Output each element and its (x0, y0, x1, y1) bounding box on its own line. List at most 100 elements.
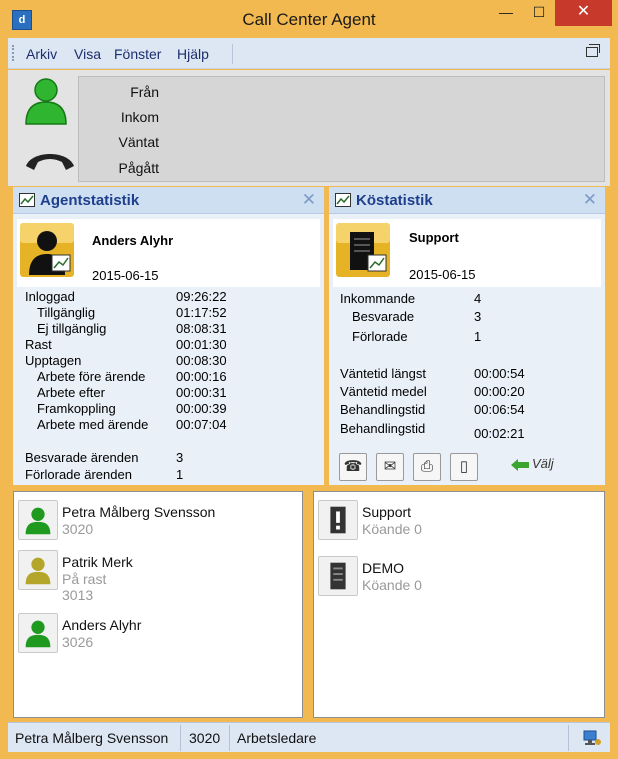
call-panel: Från Inkom Väntat Pågått (8, 70, 610, 186)
stat-value: 01:17:52 (176, 305, 227, 320)
arrow-left-icon[interactable] (511, 459, 529, 471)
toolbar-grip-icon[interactable] (12, 45, 15, 61)
agent-person-icon (18, 500, 58, 540)
fax-icon[interactable]: ⎙ (413, 453, 441, 481)
status-separator (229, 725, 230, 751)
status-extension: 3020 (189, 730, 221, 746)
queue-list[interactable]: Support Köande 0 DEMO Köande 0 (313, 491, 605, 718)
status-bar: Petra Målberg Svensson 3020 Arbetsledare (8, 722, 610, 752)
stat-label: Förlorade ärenden (25, 467, 132, 482)
stat-value: 09:26:22 (176, 289, 227, 304)
queue-count: Köande 0 (362, 577, 422, 593)
call-label-ongoing: Pågått (118, 160, 159, 176)
status-role: Arbetsledare (237, 730, 317, 746)
list-item[interactable]: Petra Målberg Svensson 3020 (14, 492, 302, 548)
stat-value: 1 (474, 329, 482, 344)
list-item[interactable]: DEMO Köande 0 (314, 548, 604, 604)
queue-stats-date: 2015-06-15 (409, 267, 476, 282)
agent-extension: 3013 (62, 587, 94, 603)
agent-name: Patrik Merk (62, 554, 133, 570)
close-icon[interactable]: ✕ (302, 190, 316, 210)
close-button[interactable]: ✕ (555, 0, 612, 26)
agent-stats-panel: Agentstatistik ✕ Anders Alyhr 2015-06-15… (13, 187, 324, 485)
stat-label: Arbete före ärende (37, 369, 146, 384)
queue-name: Support (409, 230, 459, 245)
menu-visa[interactable]: Visa (74, 46, 101, 62)
agent-name: Anders Alyhr (62, 617, 142, 633)
chart-icon (335, 193, 351, 207)
maximize-button[interactable]: ☐ (519, 0, 559, 26)
status-separator (568, 725, 569, 751)
queue-stats-title: Köstatistik (356, 192, 433, 209)
agent-extension: 3026 (62, 634, 94, 650)
call-info-fields: Från Inkom Väntat Pågått (78, 76, 605, 182)
stat-value: 4 (474, 291, 482, 306)
stat-label: Arbete efter (37, 385, 105, 400)
phone-handset-icon[interactable] (24, 148, 76, 174)
mail-icon[interactable]: ✉ (376, 453, 404, 481)
call-label-incoming: Inkom (120, 109, 159, 125)
queue-card: Support 2015-06-15 (333, 219, 601, 287)
agent-extension: 3020 (62, 521, 94, 537)
agent-card: Anders Alyhr 2015-06-15 (17, 219, 320, 287)
stat-label: Besvarade ärenden (25, 450, 139, 465)
stat-label: Behandlingstid (340, 402, 426, 417)
list-item[interactable]: Patrik Merk På rast 3013 (14, 542, 302, 612)
list-item[interactable]: Support Köande 0 (314, 492, 604, 548)
agent-status-text: På rast (62, 571, 107, 587)
queue-stats-list: Inkommande 4 Besvarade 3 Förlorade 1 Vän… (333, 287, 601, 443)
queue-name: DEMO (362, 560, 404, 576)
agent-avatar (20, 223, 74, 277)
agent-stats-header: Agentstatistik ✕ (13, 187, 324, 214)
stat-value: 00:00:31 (176, 385, 227, 400)
menu-hjalp[interactable]: Hjälp (177, 46, 209, 62)
queue-stats-panel: Köstatistik ✕ Support 2015-06-15 Inkomma… (329, 187, 605, 485)
queue-icon (318, 556, 358, 596)
select-link[interactable]: Välj (532, 456, 554, 471)
stat-label: Tillgänglig (37, 305, 96, 320)
call-label-from: Från (130, 84, 159, 100)
stat-label: Förlorade (352, 329, 408, 344)
restore-window-icon[interactable] (586, 44, 600, 57)
stat-value: 3 (474, 309, 482, 324)
stat-value: 00:00:54 (474, 366, 525, 381)
agent-person-icon (18, 550, 58, 590)
queue-count: Köande 0 (362, 521, 422, 537)
stat-label: Rast (25, 337, 52, 352)
agent-stats-list: Inloggad 09:26:22 Tillgänglig 01:17:52 E… (17, 287, 320, 483)
status-user: Petra Målberg Svensson (15, 730, 169, 746)
close-icon[interactable]: ✕ (583, 190, 597, 210)
stat-label: Arbete med ärende (37, 417, 149, 432)
agent-name: Anders Alyhr (92, 233, 174, 248)
menu-bar: Arkiv Visa Fönster Hjälp (8, 38, 610, 69)
agent-stats-date: 2015-06-15 (92, 268, 159, 283)
stat-value: 00:07:04 (176, 417, 227, 432)
stat-label: Behandlingstid (340, 421, 426, 436)
queue-stats-header: Köstatistik ✕ (329, 187, 605, 214)
network-icon[interactable] (582, 729, 602, 747)
agent-person-icon (18, 613, 58, 653)
title-bar[interactable]: d Call Center Agent — ☐ ✕ (0, 0, 618, 38)
list-item[interactable]: Anders Alyhr 3026 (14, 605, 302, 661)
agent-list[interactable]: Petra Målberg Svensson 3020 Patrik Merk … (13, 491, 303, 718)
stat-value: 08:08:31 (176, 321, 227, 336)
agent-stats-title: Agentstatistik (40, 192, 140, 209)
chart-icon (19, 193, 35, 207)
stat-label: Väntetid längst (340, 366, 427, 381)
stat-label: Inloggad (25, 289, 75, 304)
queue-avatar (336, 223, 390, 277)
stat-value: 1 (176, 467, 184, 482)
phone-icon[interactable]: ☎ (339, 453, 367, 481)
stat-value: 00:00:39 (176, 401, 227, 416)
mobile-icon[interactable]: ▯ (450, 453, 478, 481)
stat-label: Framkoppling (37, 401, 116, 416)
stat-value: 00:06:54 (474, 402, 525, 417)
agent-status-icon[interactable] (20, 74, 72, 126)
agent-name: Petra Målberg Svensson (62, 504, 216, 520)
queue-name: Support (362, 504, 412, 520)
stat-label: Ej tillgänglig (37, 321, 107, 336)
menu-fonster[interactable]: Fönster (114, 46, 161, 62)
queue-warning-icon (318, 500, 358, 540)
menu-arkiv[interactable]: Arkiv (26, 46, 57, 62)
stat-value: 00:00:16 (176, 369, 227, 384)
